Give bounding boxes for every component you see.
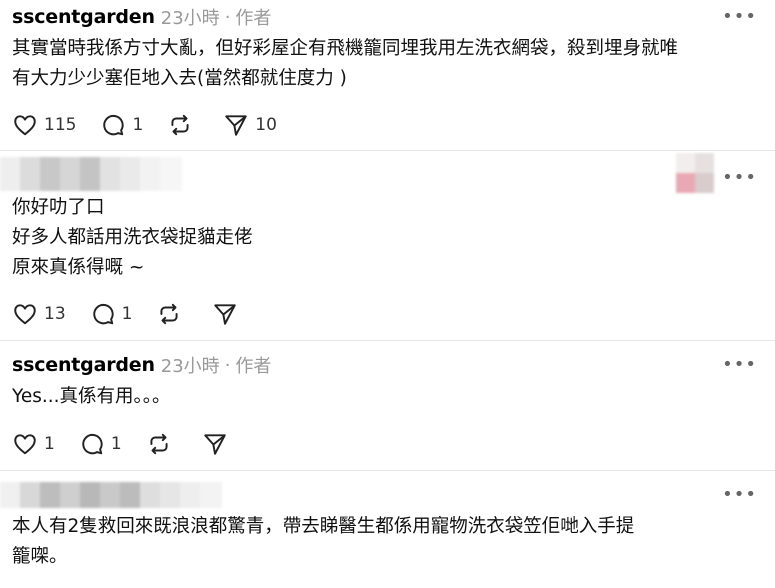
reply-button[interactable]: 1 (90, 301, 133, 327)
share-button[interactable] (212, 301, 244, 327)
comment-text-line: 其實當時我係方寸大亂，但好彩屋企有飛機籠同埋我用左洗衣網袋，殺到埋身就唯 (12, 38, 679, 59)
comment-text-line: 有大力少少塞佢地入去(當然都就住度力 ) (12, 68, 347, 89)
comment-text-line: Yes...真係有用。。。 (12, 386, 171, 407)
comment-icon (92, 303, 114, 325)
action-bar: 115 1 10 (12, 110, 301, 140)
repost-icon (160, 303, 179, 325)
more-icon[interactable]: ••• (722, 6, 757, 27)
author-badge: 作者 (235, 356, 272, 377)
comment-icon (103, 114, 125, 136)
timestamp: 23小時 (160, 356, 220, 377)
username[interactable]: sscentgarden (12, 6, 155, 28)
repost-button[interactable] (146, 431, 178, 457)
comment-header: sscentgarden 23小時 · 作者 (12, 6, 272, 29)
repost-icon (171, 114, 189, 136)
like-count: 1 (44, 434, 55, 454)
action-bar: 13 1 (12, 299, 268, 329)
comment-3: sscentgarden 23小時 · 作者 ••• Yes...真係有用。。。… (0, 350, 775, 470)
like-button[interactable]: 1 (12, 431, 55, 457)
more-icon[interactable]: ••• (722, 484, 757, 505)
send-icon (203, 434, 226, 455)
repost-icon (150, 433, 168, 455)
username-redacted (0, 482, 222, 508)
comment-text-line: 籠㗎。 (12, 546, 68, 567)
comment-2: ••• 你好叻了口 好多人都話用洗衣袋捉貓走佬 原來真係得嘅 ~ 13 1 (0, 151, 775, 341)
share-count: 10 (255, 115, 277, 135)
action-bar: 1 1 (12, 429, 258, 459)
more-icon[interactable]: ••• (722, 354, 757, 375)
comment-text-line: 你好叻了口 (12, 197, 105, 218)
reply-button[interactable]: 1 (100, 112, 143, 138)
send-icon (225, 115, 248, 136)
heart-icon (14, 115, 36, 136)
more-icon[interactable]: ••• (722, 167, 757, 188)
image-thumbnail-redacted (676, 153, 714, 193)
reply-button[interactable]: 1 (79, 431, 122, 457)
share-button[interactable]: 10 (223, 112, 277, 138)
repost-button[interactable] (167, 112, 199, 138)
heart-icon (14, 304, 36, 325)
divider (0, 470, 775, 471)
comment-4: ••• 本人有2隻救回來既浪浪都驚青，帶去睇醫生都係用寵物洗衣袋笠佢哋入手提 籠… (0, 478, 775, 588)
reply-count: 1 (121, 304, 133, 324)
comment-header: sscentgarden 23小時 · 作者 (12, 354, 272, 377)
username-redacted (0, 157, 182, 191)
comment-icon (82, 433, 103, 455)
comment-text-line: 原來真係得嘅 ~ (12, 257, 145, 278)
timestamp: 23小時 (160, 8, 220, 29)
comment-1: sscentgarden 23小時 · 作者 ••• 其實當時我係方寸大亂，但好… (0, 2, 775, 152)
author-badge: 作者 (235, 8, 272, 29)
like-count: 115 (44, 115, 77, 135)
comment-text-line: 本人有2隻救回來既浪浪都驚青，帶去睇醫生都係用寵物洗衣袋笠佢哋入手提 (12, 516, 635, 537)
reply-count: 1 (110, 434, 122, 454)
like-button[interactable]: 115 (12, 112, 76, 138)
like-count: 13 (44, 304, 66, 324)
like-button[interactable]: 13 (12, 301, 66, 327)
send-icon (214, 304, 237, 325)
reply-count: 1 (132, 115, 144, 135)
username[interactable]: sscentgarden (12, 354, 155, 376)
divider (0, 340, 775, 341)
share-button[interactable] (202, 431, 234, 457)
comment-text-line: 好多人都話用洗衣袋捉貓走佬 (12, 227, 253, 248)
heart-icon (14, 434, 36, 455)
repost-button[interactable] (156, 301, 188, 327)
